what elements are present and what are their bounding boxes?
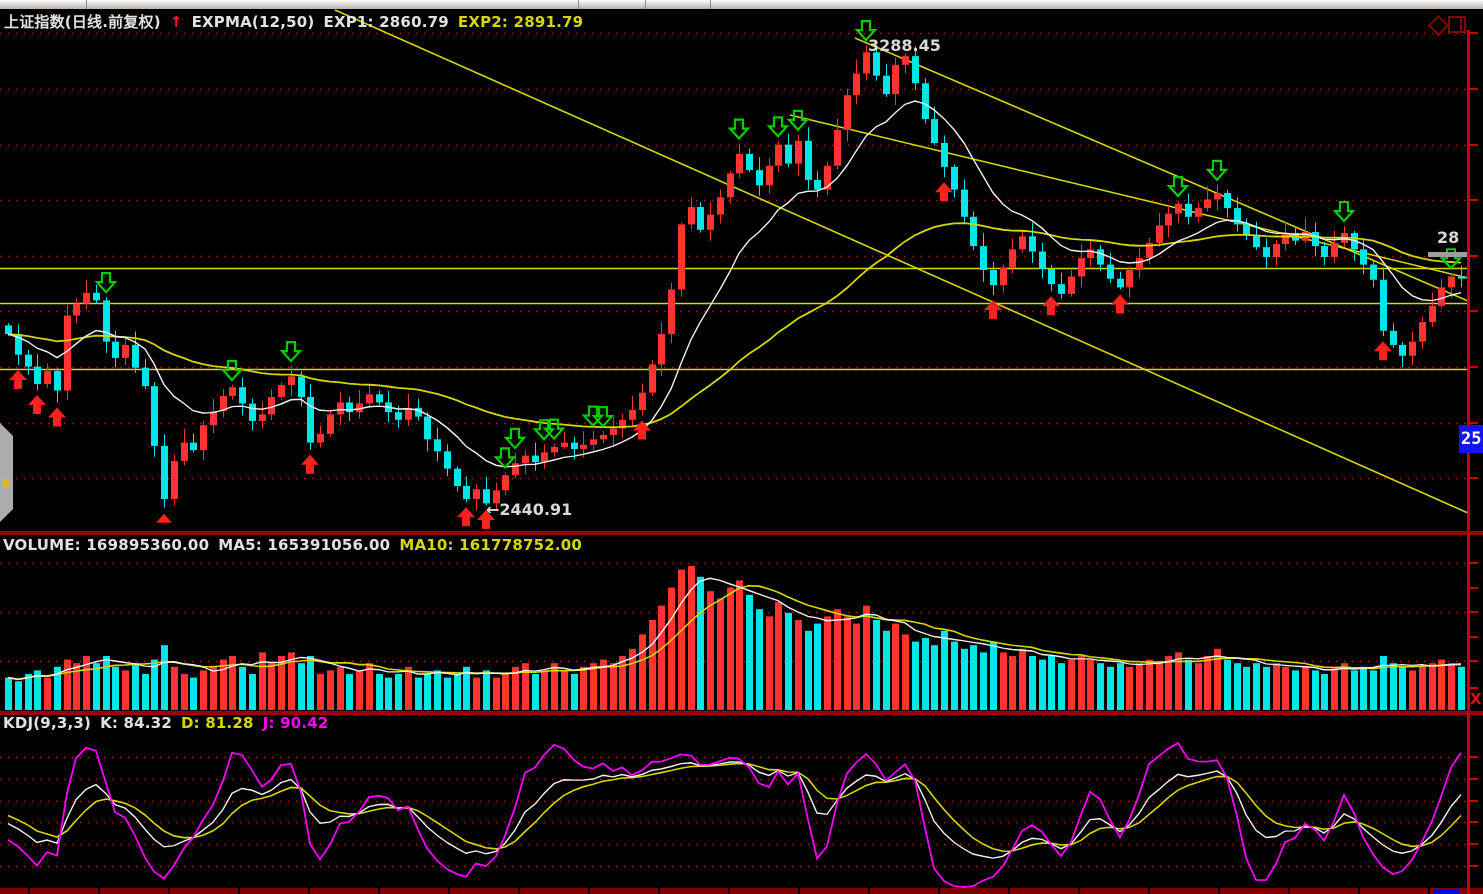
- axis-price-badge: 25: [1459, 425, 1483, 453]
- volume-chart-canvas[interactable]: [0, 533, 1483, 713]
- toolbar-separator: [578, 0, 579, 9]
- tile-windows-icon[interactable]: [1448, 16, 1462, 33]
- scroll-x-glyph[interactable]: X: [1470, 690, 1482, 708]
- toolbar-strip: [0, 0, 1483, 9]
- main-price-chart-canvas[interactable]: [0, 9, 1483, 533]
- kdj-chart-canvas[interactable]: [0, 713, 1483, 894]
- toolbar-separator: [645, 0, 646, 9]
- trading-app-screen: 上证指数(日线.前复权)↑EXPMA(12,50)EXP1: 2860.79EX…: [0, 0, 1483, 894]
- toolbar-separator: [86, 0, 87, 9]
- toolbar-separator: [710, 0, 711, 9]
- price-marker-bar: [1428, 252, 1467, 257]
- expand-arrow-icon: [3, 477, 11, 489]
- side-panel-handle[interactable]: [0, 423, 13, 522]
